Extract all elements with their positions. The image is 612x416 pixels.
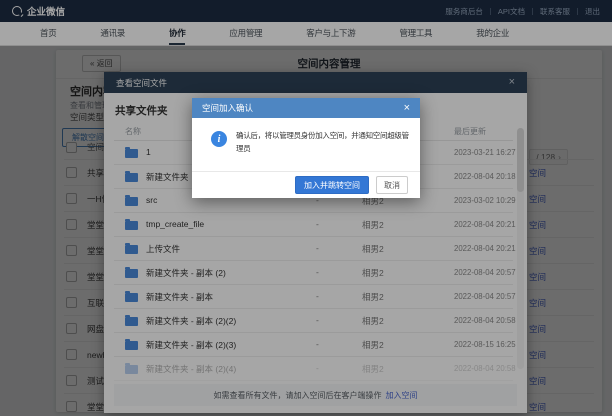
join-confirm-modal: 空间加入确认 × i 确认后，将以管理员身份加入空间，并通知空间超级管理员 加入… xyxy=(192,98,420,198)
close-icon[interactable]: × xyxy=(404,103,410,114)
app-window: 企业微信 服务商后台API文档联系客服退出 首页通讯录协作应用管理客户与上下游管… xyxy=(0,0,612,416)
confirm-modal-footer: 加入并跳转空间 取消 xyxy=(192,171,420,198)
confirm-overlay xyxy=(0,0,612,416)
confirm-modal-header: 空间加入确认 × xyxy=(192,98,420,118)
info-icon: i xyxy=(211,131,227,147)
cancel-button[interactable]: 取消 xyxy=(376,176,408,194)
confirm-modal-title: 空间加入确认 xyxy=(202,102,253,114)
confirm-modal-body: i 确认后，将以管理员身份加入空间，并通知空间超级管理员 xyxy=(192,118,420,171)
confirm-join-button[interactable]: 加入并跳转空间 xyxy=(295,176,369,194)
confirm-message: 确认后，将以管理员身份加入空间，并通知空间超级管理员 xyxy=(236,129,414,155)
